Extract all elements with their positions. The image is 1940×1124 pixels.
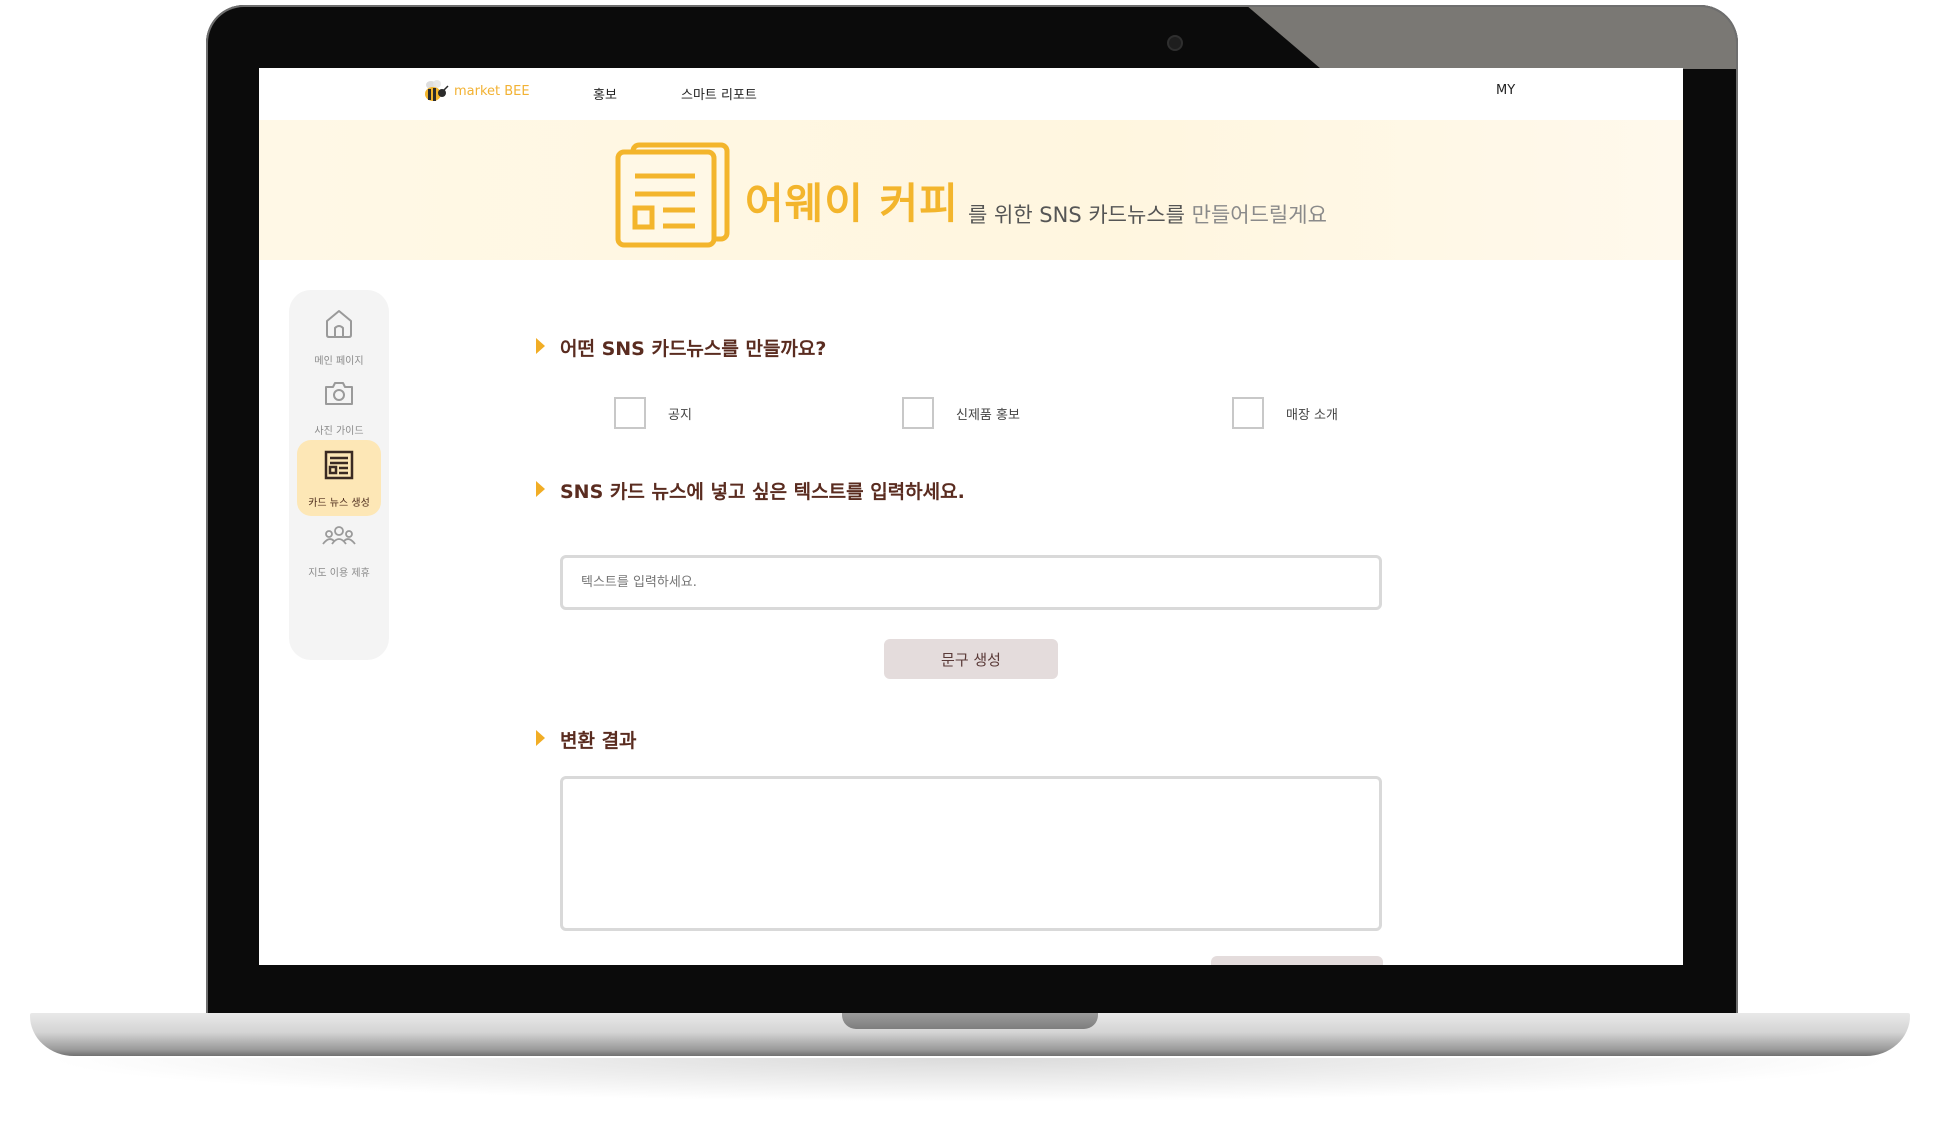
- store-name-title: 어웨이 커피: [745, 179, 959, 228]
- nav-item-promotion[interactable]: 홍보: [593, 84, 617, 103]
- sidebar: 메인 페이지 사진 가이드 카드 뉴스 생성 지도 이용 제휴: [289, 290, 389, 660]
- checkbox[interactable]: [614, 397, 646, 429]
- sidebar-item-photo-guide[interactable]: 사진 가이드: [297, 368, 381, 444]
- sidebar-label: 메인 페이지: [314, 356, 364, 367]
- sidebar-label: 카드 뉴스 생성: [308, 498, 370, 509]
- option-new-product[interactable]: 신제품 홍보: [902, 397, 1020, 429]
- triangle-bullet-icon: [536, 481, 545, 497]
- option-label: 신제품 홍보: [956, 407, 1020, 423]
- home-icon: [322, 306, 356, 344]
- laptop-shadow: [40, 1058, 1900, 1102]
- document-icon: [615, 142, 733, 252]
- app-screen: market BEE 홍보 스마트 리포트 MY 어웨이 커피 를 위한 SNS…: [259, 68, 1683, 965]
- banner-subtitle-main: 를 위한 SNS 카드뉴스를: [968, 203, 1185, 227]
- webcam: [1167, 35, 1183, 51]
- option-store-intro[interactable]: 매장 소개: [1232, 397, 1338, 429]
- checkbox[interactable]: [902, 397, 934, 429]
- banner-subtitle: 를 위한 SNS 카드뉴스를 만들어드릴게요: [968, 199, 1327, 229]
- sidebar-item-main-page[interactable]: 메인 페이지: [297, 298, 381, 374]
- laptop-notch: [842, 1013, 1098, 1029]
- text-input[interactable]: [560, 555, 1382, 610]
- camera-icon: [322, 376, 356, 414]
- card-news-icon: [322, 448, 356, 486]
- screen-glare: [1246, 5, 1738, 69]
- top-navigation: market BEE 홍보 스마트 리포트 MY: [259, 68, 1683, 120]
- checkbox[interactable]: [1232, 397, 1264, 429]
- page-banner: 어웨이 커피 를 위한 SNS 카드뉴스를 만들어드릴게요: [259, 120, 1683, 260]
- sidebar-item-map-partnership[interactable]: 지도 이용 제휴: [297, 514, 381, 590]
- question-text: SNS 카드 뉴스에 넣고 싶은 텍스트를 입력하세요.: [560, 481, 965, 503]
- triangle-bullet-icon: [536, 730, 545, 746]
- logo-text: market BEE: [454, 83, 530, 99]
- result-heading: 변환 결과: [536, 726, 637, 753]
- logo[interactable]: market BEE: [422, 77, 530, 105]
- option-label: 매장 소개: [1286, 407, 1338, 423]
- sidebar-item-card-news[interactable]: 카드 뉴스 생성: [297, 440, 381, 516]
- people-icon: [322, 522, 356, 560]
- sidebar-label: 사진 가이드: [314, 426, 364, 437]
- question-text: 어떤 SNS 카드뉴스를 만들까요?: [560, 338, 827, 360]
- question-text: 변환 결과: [560, 730, 637, 752]
- banner-subtitle-light: 만들어드릴게요: [1184, 203, 1327, 227]
- option-notice[interactable]: 공지: [614, 397, 692, 429]
- triangle-bullet-icon: [536, 338, 545, 354]
- bee-logo-icon: [422, 77, 450, 105]
- generate-copy-button[interactable]: 문구 생성: [884, 639, 1058, 679]
- question-input-text: SNS 카드 뉴스에 넣고 싶은 텍스트를 입력하세요.: [536, 477, 965, 504]
- partially-visible-button[interactable]: [1211, 956, 1383, 965]
- nav-item-smart-report[interactable]: 스마트 리포트: [681, 84, 757, 103]
- result-output-box[interactable]: [560, 776, 1382, 931]
- sidebar-label: 지도 이용 제휴: [308, 568, 370, 579]
- nav-item-my[interactable]: MY: [1496, 83, 1515, 98]
- option-label: 공지: [668, 407, 692, 423]
- question-card-type: 어떤 SNS 카드뉴스를 만들까요?: [536, 334, 826, 361]
